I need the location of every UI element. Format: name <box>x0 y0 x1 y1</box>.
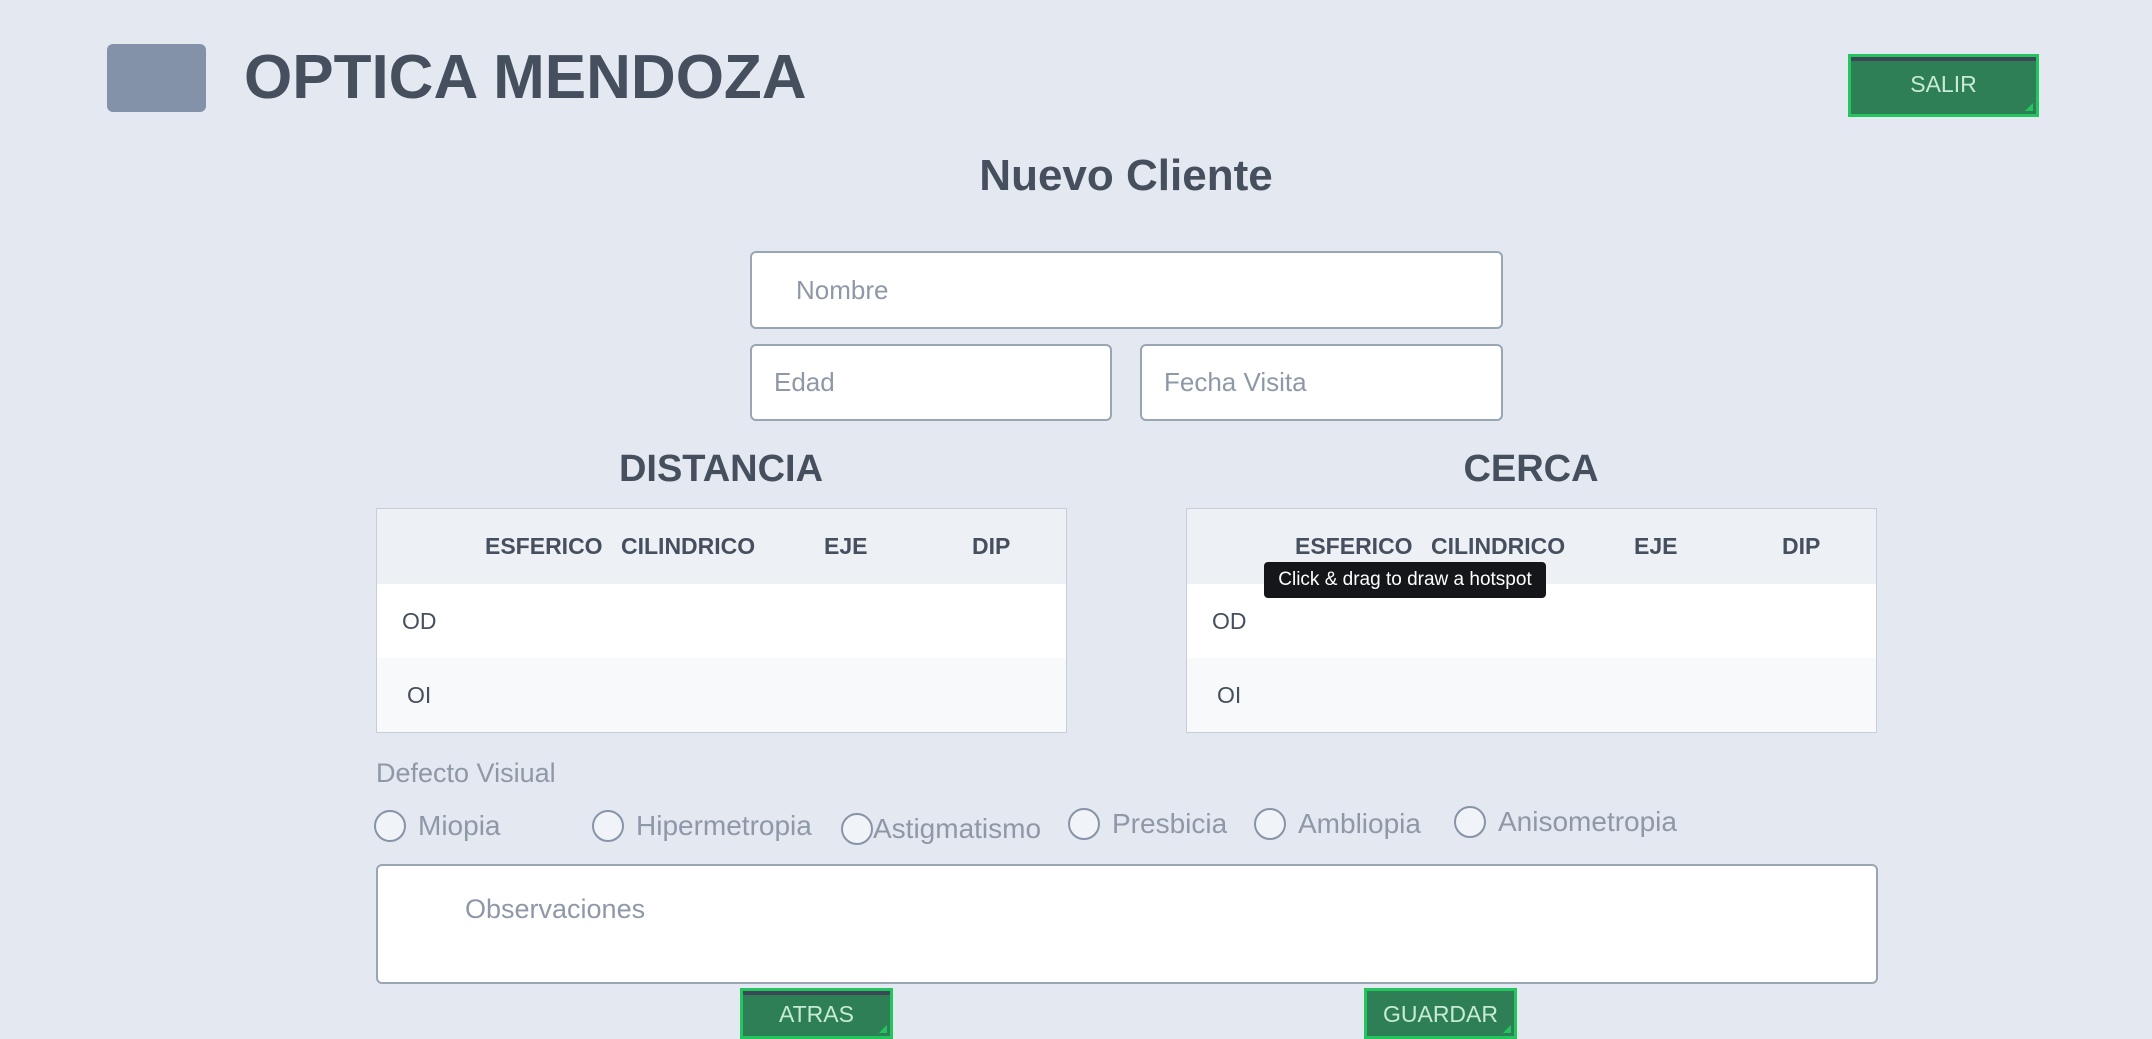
row-label: OD <box>402 608 437 634</box>
radio-hipermetropia[interactable]: Hipermetropia <box>592 810 812 842</box>
radio-astigmatismo[interactable]: Astigmatismo <box>841 813 1041 845</box>
column-header: ESFERICO <box>485 533 603 559</box>
row-label: OD <box>1212 608 1247 634</box>
name-input[interactable]: Nombre <box>750 251 1503 329</box>
table-row[interactable]: OD <box>377 584 1066 659</box>
radio-circle-icon[interactable] <box>841 813 873 845</box>
radio-label: Ambliopia <box>1298 808 1421 839</box>
radio-circle-icon[interactable] <box>592 810 624 842</box>
row-label: OI <box>407 682 432 708</box>
radio-circle-icon[interactable] <box>374 810 406 842</box>
app-title: OPTICA MENDOZA <box>244 43 807 112</box>
visual-defect-label: Defecto Visiual <box>376 758 556 788</box>
table-row[interactable]: OI <box>1187 658 1876 732</box>
save-button[interactable]: GUARDAR <box>1364 988 1517 1039</box>
back-button[interactable]: ATRAS <box>740 988 893 1039</box>
distance-table: ESFERICO CILINDRICO EJE DIP OD OI <box>376 508 1067 733</box>
radio-ambliopia[interactable]: Ambliopia <box>1254 808 1421 840</box>
page-title: Nuevo Cliente <box>979 151 1273 200</box>
logo <box>107 44 206 112</box>
near-table: ESFERICO CILINDRICO EJE DIP OD OI <box>1186 508 1877 733</box>
radio-circle-icon[interactable] <box>1454 806 1486 838</box>
radio-label: Presbicia <box>1112 808 1228 839</box>
column-header: CILINDRICO <box>621 533 756 559</box>
exit-button[interactable]: SALIR <box>1848 54 2039 117</box>
row-label: OI <box>1217 682 1242 708</box>
distance-section-title: DISTANCIA <box>618 448 824 490</box>
radio-label: Astigmatismo <box>873 813 1042 844</box>
radio-miopia[interactable]: Miopia <box>374 810 500 842</box>
radio-label: Miopia <box>418 810 501 841</box>
visit-date-input[interactable]: Fecha Visita <box>1140 344 1503 421</box>
column-header: EJE <box>1634 533 1678 559</box>
radio-circle-icon[interactable] <box>1068 808 1100 840</box>
table-row[interactable]: OI <box>377 658 1066 732</box>
age-input[interactable]: Edad <box>750 344 1112 421</box>
radio-presbicia[interactable]: Presbicia <box>1068 808 1227 840</box>
column-header: DIP <box>972 533 1011 559</box>
radio-label: Anisometropia <box>1498 806 1677 837</box>
radio-anisometropia[interactable]: Anisometropia <box>1454 806 1677 838</box>
near-section-title: CERCA <box>1463 448 1599 490</box>
hotspot-tooltip: Click & drag to draw a hotspot <box>1264 562 1546 598</box>
radio-circle-icon[interactable] <box>1254 808 1286 840</box>
table-header: ESFERICO CILINDRICO EJE DIP <box>377 509 1066 585</box>
observations-field[interactable]: Observaciones <box>376 864 1878 984</box>
radio-label: Hipermetropia <box>636 810 812 841</box>
column-header: EJE <box>824 533 868 559</box>
column-header: DIP <box>1782 533 1821 559</box>
